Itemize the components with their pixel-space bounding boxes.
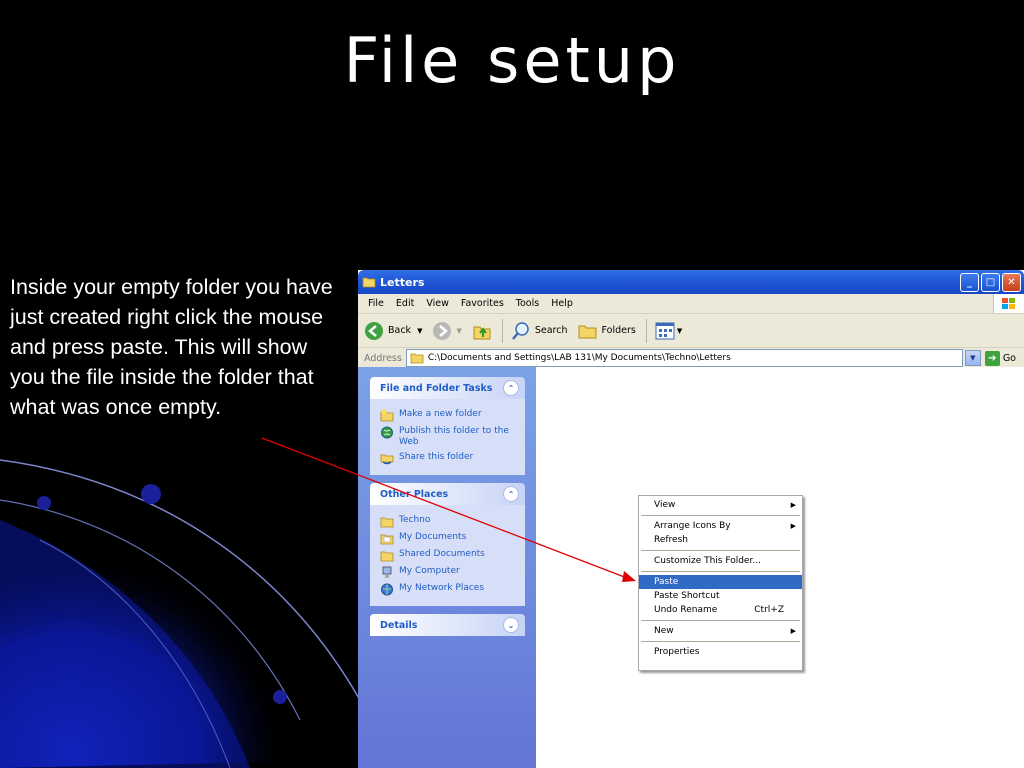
search-button[interactable]: Search <box>511 321 568 341</box>
panel-header[interactable]: Other Places ⌃ <box>370 483 525 505</box>
menu-item-properties[interactable]: Properties <box>639 645 802 659</box>
maximize-button[interactable]: □ <box>981 272 1000 292</box>
menu-separator <box>641 620 800 621</box>
go-label: Go <box>1002 352 1016 364</box>
address-label: Address <box>364 352 402 364</box>
forward-arrow-icon <box>433 321 452 340</box>
folders-icon <box>578 325 596 338</box>
menu-item-refresh[interactable]: Refresh <box>639 533 802 547</box>
expand-icon[interactable]: ⌄ <box>503 617 519 633</box>
menu-item-paste-shortcut[interactable]: Paste Shortcut <box>639 589 802 603</box>
address-dropdown-icon[interactable]: ▼ <box>964 350 981 366</box>
place-techno[interactable]: Techno <box>380 515 525 528</box>
menu-view[interactable]: View <box>426 298 449 309</box>
up-folder-icon <box>473 326 491 339</box>
toolbar-separator <box>645 318 647 343</box>
submenu-arrow-icon: ▶ <box>790 501 796 509</box>
back-arrow-icon <box>365 321 383 340</box>
menu-separator <box>641 571 800 572</box>
place-my-network-places[interactable]: My Network Places <box>380 583 525 596</box>
folders-button[interactable]: Folders <box>578 322 636 340</box>
menu-item-paste[interactable]: Paste <box>639 575 802 589</box>
menu-help[interactable]: Help <box>551 298 573 309</box>
panel-title: Other Places <box>380 488 449 500</box>
menu-tools[interactable]: Tools <box>516 298 539 309</box>
menu-bar: File Edit View Favorites Tools Help <box>358 294 1024 314</box>
menu-item-arrange-icons[interactable]: Arrange Icons By ▶ <box>639 519 802 533</box>
address-bar: Address C:\Documents and Settings\LAB 13… <box>358 348 1024 369</box>
go-arrow-icon: ➔ <box>984 350 1000 366</box>
views-dropdown-icon[interactable]: ▼ <box>677 327 682 335</box>
panel-title: File and Folder Tasks <box>380 382 493 394</box>
globe-icon <box>381 426 393 439</box>
task-share-folder[interactable]: Share this folder <box>380 452 525 465</box>
submenu-arrow-icon: ▶ <box>790 627 796 635</box>
up-folder-button[interactable] <box>472 321 492 341</box>
shared-folder-icon <box>380 551 394 562</box>
menu-separator <box>641 550 800 551</box>
views-button[interactable]: ▼ <box>655 322 682 340</box>
address-value: C:\Documents and Settings\LAB 131\My Doc… <box>427 353 731 363</box>
menu-item-new[interactable]: New ▶ <box>639 624 802 638</box>
task-pane: File and Folder Tasks ⌃ Make a new folde… <box>358 367 536 768</box>
windows-logo-icon <box>993 294 1024 313</box>
other-places-panel: Other Places ⌃ Techno My Documents Share… <box>370 483 525 606</box>
back-label: Back <box>388 325 412 336</box>
forward-dropdown-icon[interactable]: ▼ <box>456 327 461 335</box>
toolbar: Back ▼ ▼ Search Folders ▼ <box>358 314 1024 348</box>
collapse-icon[interactable]: ⌃ <box>503 380 519 396</box>
panel-header[interactable]: Details ⌄ <box>370 614 525 636</box>
forward-button[interactable]: ▼ <box>432 321 462 341</box>
back-button[interactable]: Back ▼ <box>364 321 422 341</box>
place-my-computer[interactable]: My Computer <box>380 566 525 579</box>
panel-header[interactable]: File and Folder Tasks ⌃ <box>370 377 525 399</box>
context-menu: View ▶ Arrange Icons By ▶ Refresh Customiz… <box>638 495 803 671</box>
title-bar[interactable]: Letters _ □ ✕ <box>358 270 1024 294</box>
place-shared-documents[interactable]: Shared Documents <box>380 549 525 562</box>
search-label: Search <box>534 325 568 336</box>
minimize-button[interactable]: _ <box>960 272 979 292</box>
new-folder-icon <box>380 409 394 422</box>
slide-title: File setup <box>343 24 681 97</box>
menu-separator <box>641 641 800 642</box>
folders-label: Folders <box>601 325 636 336</box>
menu-separator <box>641 515 800 516</box>
network-icon <box>381 583 393 596</box>
views-icon <box>655 322 675 339</box>
toolbar-separator <box>501 318 503 343</box>
folder-icon <box>380 517 394 528</box>
search-icon <box>511 321 529 340</box>
details-panel: Details ⌄ <box>370 614 525 636</box>
share-folder-icon <box>380 454 394 465</box>
file-folder-tasks-panel: File and Folder Tasks ⌃ Make a new folde… <box>370 377 525 475</box>
address-input[interactable]: C:\Documents and Settings\LAB 131\My Doc… <box>405 349 963 367</box>
menu-item-customize-folder[interactable]: Customize This Folder... <box>639 554 802 568</box>
task-publish-web[interactable]: Publish this folder to the Web <box>380 426 525 448</box>
collapse-icon[interactable]: ⌃ <box>503 486 519 502</box>
back-dropdown-icon[interactable]: ▼ <box>417 327 422 335</box>
menu-item-view[interactable]: View ▶ <box>639 498 802 512</box>
my-documents-icon <box>380 534 394 545</box>
computer-icon <box>382 566 392 578</box>
window-title: Letters <box>380 275 425 289</box>
place-my-documents[interactable]: My Documents <box>380 532 525 545</box>
close-button[interactable]: ✕ <box>1002 272 1021 292</box>
submenu-arrow-icon: ▶ <box>790 522 796 530</box>
menu-file[interactable]: File <box>368 298 384 309</box>
panel-title: Details <box>380 619 418 631</box>
menu-edit[interactable]: Edit <box>396 298 414 309</box>
task-make-new-folder[interactable]: Make a new folder <box>380 409 525 422</box>
menu-item-undo-rename[interactable]: Undo Rename Ctrl+Z <box>639 603 802 617</box>
menu-favorites[interactable]: Favorites <box>461 298 504 309</box>
folder-icon <box>362 277 376 288</box>
go-button[interactable]: ➔ Go <box>984 350 1016 366</box>
slide-body-text: Inside your empty folder you have just c… <box>10 275 333 419</box>
folder-icon <box>410 353 424 364</box>
